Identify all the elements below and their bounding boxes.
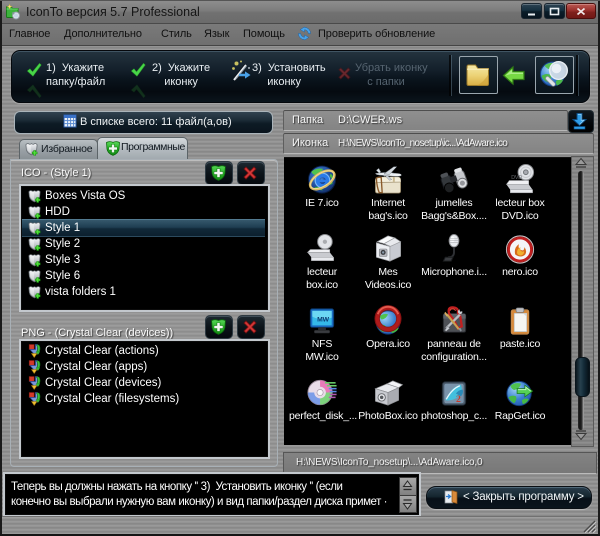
- svg-text:2: 2: [456, 394, 461, 405]
- svg-text:DVD: DVD: [511, 175, 522, 181]
- svg-text:MW: MW: [317, 317, 329, 324]
